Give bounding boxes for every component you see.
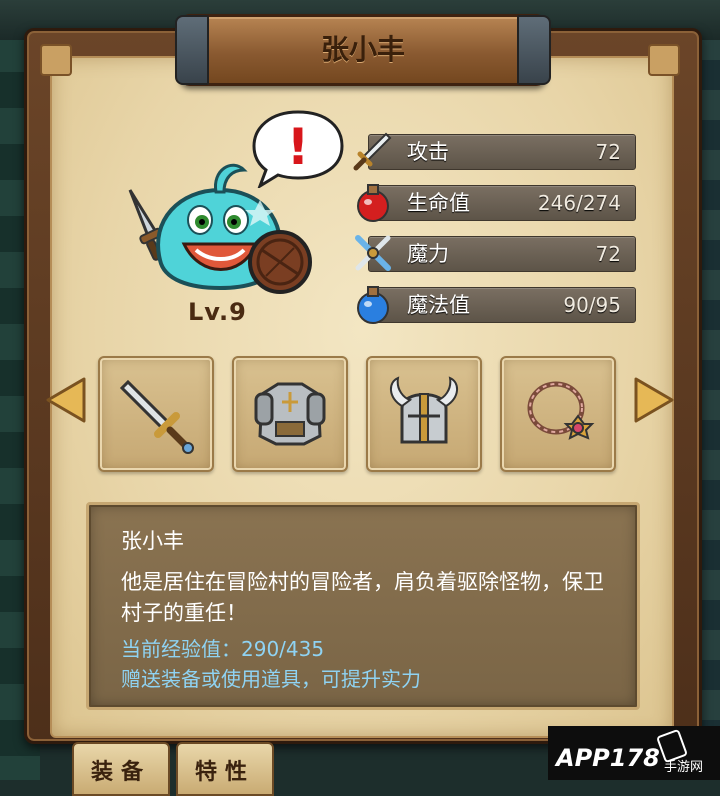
description-text: 他是居住在冒险村的冒险者，肩负着驱除怪物，保卫村子的重任！ xyxy=(121,570,604,625)
stat-label: 魔力 xyxy=(407,242,449,266)
sword-icon xyxy=(119,379,194,454)
watermark-logo: APP178 手游网 xyxy=(548,726,720,780)
equip-slot-helmet[interactable] xyxy=(366,356,482,472)
stat-magic: 魔力 72 xyxy=(368,236,636,272)
round-shield-icon xyxy=(248,230,312,294)
stat-label: 攻击 xyxy=(407,140,449,164)
magic-sword-icon xyxy=(355,235,391,271)
next-arrow-icon[interactable] xyxy=(632,375,676,425)
sword-icon xyxy=(353,132,392,171)
experience-value: 当前经验值：290/435 xyxy=(121,637,325,661)
blue-potion-icon xyxy=(357,286,389,324)
stat-attack: 攻击 72 xyxy=(368,134,636,170)
tab-traits[interactable]: 特性 xyxy=(176,742,274,796)
upgrade-tip: 赠送装备或使用道具，可提升实力 xyxy=(121,667,421,691)
stat-hp: 生命值 246/274 xyxy=(368,185,636,221)
level-label: Lv.9 xyxy=(188,298,247,326)
tab-label: 特性 xyxy=(194,760,255,785)
red-potion-icon xyxy=(357,184,389,222)
frame-corner xyxy=(648,44,680,76)
tab-label: 装备 xyxy=(90,760,151,785)
title-board: 张小丰 xyxy=(175,14,551,86)
stat-value: 90/95 xyxy=(563,293,621,317)
equip-slot-weapon[interactable] xyxy=(98,356,214,472)
equip-slot-armor[interactable] xyxy=(232,356,348,472)
stat-label: 魔法值 xyxy=(407,293,470,317)
slime-character-avatar[interactable] xyxy=(120,150,320,310)
description-panel: 张小丰 他是居住在冒险村的冒险者，肩负着驱除怪物，保卫村子的重任！ 当前经验值：… xyxy=(86,502,640,710)
watermark-main: APP178 xyxy=(556,744,660,772)
stat-value: 72 xyxy=(595,140,621,164)
armor-icon xyxy=(254,382,326,446)
watermark-sub: 手游网 xyxy=(664,760,704,775)
winged-helmet-icon xyxy=(390,376,458,444)
description-name: 张小丰 xyxy=(121,529,184,553)
amulet-icon xyxy=(527,381,595,440)
equip-slot-accessory[interactable] xyxy=(500,356,616,472)
tab-equipment[interactable]: 装备 xyxy=(72,742,170,796)
frame-corner xyxy=(40,44,72,76)
stat-value: 246/274 xyxy=(537,191,621,215)
stat-mp: 魔法值 90/95 xyxy=(368,287,636,323)
stat-value: 72 xyxy=(595,242,621,266)
prev-arrow-icon[interactable] xyxy=(44,375,88,425)
page-title: 张小丰 xyxy=(320,33,405,66)
stat-label: 生命值 xyxy=(407,191,470,215)
